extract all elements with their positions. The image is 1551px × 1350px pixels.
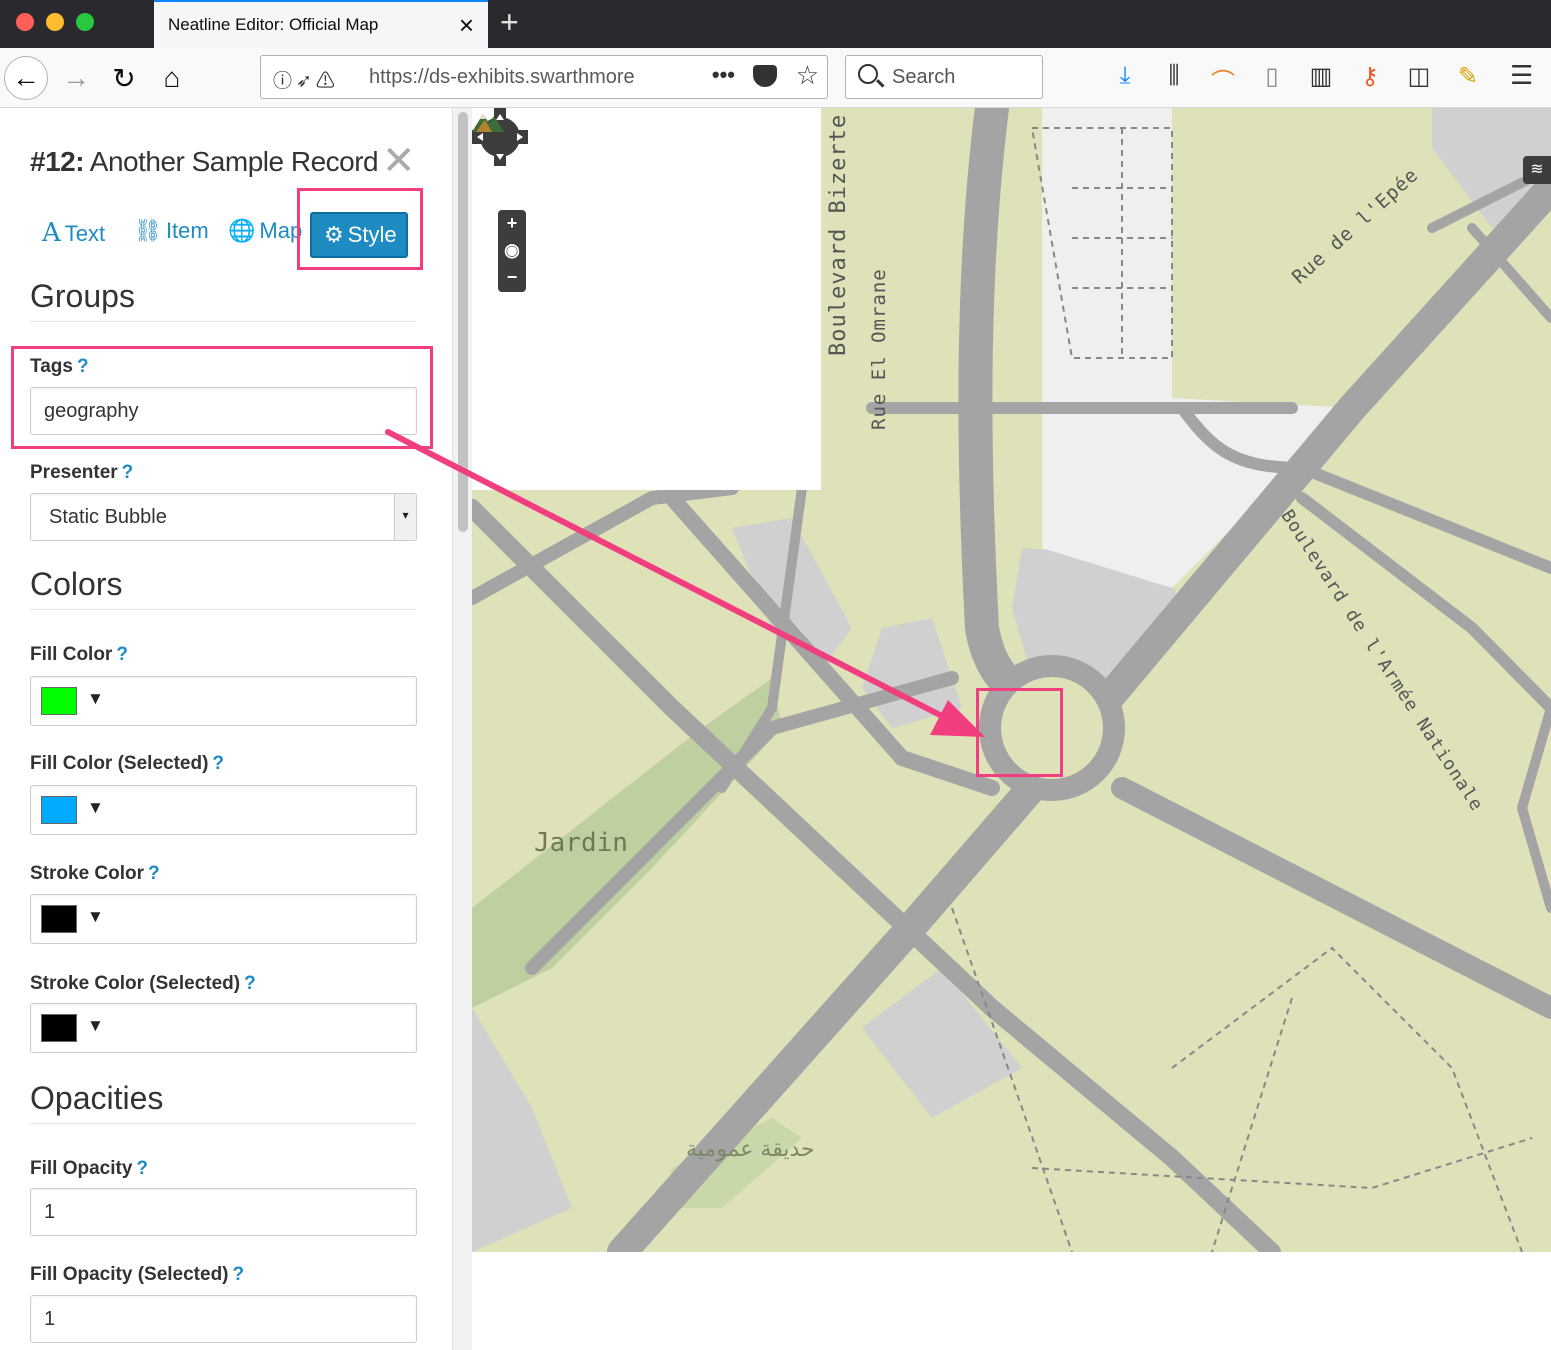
dropdown-arrow-icon: ▼ — [87, 798, 104, 817]
back-button[interactable]: ← — [4, 56, 48, 100]
panel-scrollbar-thumb[interactable] — [458, 112, 468, 532]
section-colors-heading: Colors — [30, 566, 416, 610]
record-title: #12: Another Sample Record — [30, 146, 379, 178]
zoom-world-icon[interactable]: ◉ — [498, 237, 526, 264]
dropdown-arrow-icon: ▼ — [87, 907, 104, 926]
fill-color-help-icon[interactable]: ? — [116, 644, 128, 665]
search-placeholder: Search — [892, 66, 956, 88]
zoom-in-button[interactable]: + — [498, 210, 526, 237]
tab-item[interactable]: ⛓ Item — [134, 218, 209, 244]
fill-color-label: Fill Color? — [30, 644, 128, 665]
tab-title: Neatline Editor: Official Map — [168, 15, 379, 34]
dropdown-arrow-icon: ▼ — [87, 1016, 104, 1035]
stroke-color-label: Stroke Color? — [30, 863, 160, 884]
mountain-marker-icon[interactable] — [472, 108, 504, 134]
map-label-bizerte: Boulevard Bizerte — [826, 113, 851, 356]
fill-opacity-help-icon[interactable]: ? — [136, 1158, 148, 1179]
map-label-jardin: Jardin — [534, 828, 628, 858]
tab-text[interactable]: A Text — [42, 218, 105, 248]
presenter-select[interactable]: Static Bubble ▾ — [30, 493, 417, 541]
zoom-out-button[interactable]: − — [498, 264, 526, 291]
browser-tab-bar: Neatline Editor: Official Map × + — [0, 0, 1551, 48]
archive-icon[interactable]: ▥ — [1308, 62, 1334, 97]
fill-opacity-label: Fill Opacity? — [30, 1158, 149, 1179]
fill-opacity-selected-label: Fill Opacity (Selected)? — [30, 1264, 245, 1285]
fill-color-selected-picker[interactable]: ▼ — [30, 785, 417, 835]
library-icon[interactable]: ⫼ — [1161, 62, 1187, 97]
stroke-color-selected-swatch — [41, 1014, 77, 1042]
fill-color-selected-label: Fill Color (Selected)? — [30, 753, 225, 774]
hamburger-menu-icon[interactable]: ☰ — [1510, 60, 1533, 91]
download-icon[interactable]: ⤓ — [1112, 62, 1138, 97]
map-label-omrane: Rue El Omrane — [868, 268, 890, 430]
browser-tab[interactable]: Neatline Editor: Official Map × — [154, 0, 488, 48]
minimize-window-button[interactable] — [46, 13, 64, 31]
map-label-arabic-garden: حديقة عمومية — [686, 1137, 815, 1162]
home-button[interactable]: ⌂ — [150, 56, 194, 100]
fill-color-swatch — [41, 687, 77, 715]
tab-close-icon[interactable]: × — [459, 10, 474, 41]
map-view[interactable]: + ◉ − ≋ Jardin حديقة عمومية Boulevard Bi… — [472, 108, 1551, 1252]
bookmark-star-icon[interactable]: ☆ — [796, 60, 819, 91]
search-bar[interactable]: Search — [845, 55, 1043, 99]
stroke-color-swatch — [41, 905, 77, 933]
chevron-down-icon: ▾ — [394, 494, 416, 540]
stroke-color-help-icon[interactable]: ? — [148, 863, 160, 884]
presenter-help-icon[interactable]: ? — [122, 462, 134, 483]
maximize-window-button[interactable] — [76, 13, 94, 31]
toolbar-icons: ⤓ ⫼ ⌒ ▯ ▥ ⚷ ◫ ✎ — [1112, 62, 1481, 97]
stroke-color-selected-help-icon[interactable]: ? — [244, 973, 256, 994]
fill-opacity-selected-input[interactable]: 1 — [30, 1295, 417, 1343]
forward-button[interactable]: → — [54, 56, 98, 100]
close-window-button[interactable] — [16, 13, 34, 31]
marker-highlight — [976, 688, 1063, 777]
below-map-area — [472, 1252, 1551, 1350]
pocket-icon[interactable] — [753, 65, 777, 87]
url-text[interactable]: https://ds-exhibits.swarthmore — [369, 66, 661, 89]
stroke-color-selected-picker[interactable]: ▼ — [30, 1003, 417, 1053]
eyedropper-icon[interactable]: ✎ — [1455, 62, 1481, 97]
presenter-value: Static Bubble — [49, 506, 167, 528]
record-number: #12: — [30, 146, 85, 177]
close-record-icon[interactable]: ✕ — [382, 138, 416, 184]
url-bar[interactable]: ⓘ➶⚠ https://ds-exhibits.swarthmore ••• ☆ — [260, 55, 828, 99]
sidebar-icon[interactable]: ◫ — [1406, 62, 1432, 97]
new-tab-button[interactable]: + — [500, 4, 519, 41]
fill-color-selected-help-icon[interactable]: ? — [212, 753, 224, 774]
record-title-text: Another Sample Record — [89, 146, 379, 177]
section-groups-heading: Groups — [30, 278, 416, 322]
section-opacities-heading: Opacities — [30, 1080, 416, 1124]
fill-color-picker[interactable]: ▼ — [30, 676, 417, 726]
reload-button[interactable]: ↻ — [102, 56, 146, 100]
extension-arc-icon[interactable]: ⌒ — [1210, 62, 1236, 97]
presenter-label: Presenter? — [30, 462, 134, 483]
panel-scrollbar[interactable] — [452, 108, 472, 1350]
page-actions-icon[interactable]: ••• — [712, 62, 735, 88]
style-tab-highlight — [297, 188, 423, 270]
stroke-color-picker[interactable]: ▼ — [30, 894, 417, 944]
stroke-color-selected-label: Stroke Color (Selected)? — [30, 973, 256, 994]
site-info-icon[interactable]: ⓘ➶⚠ — [273, 66, 339, 93]
fill-opacity-selected-help-icon[interactable]: ? — [233, 1264, 245, 1285]
browser-nav-bar: ← → ↻ ⌂ ⓘ➶⚠ https://ds-exhibits.swarthmo… — [0, 48, 1551, 108]
search-icon — [858, 64, 878, 84]
layer-switcher-icon[interactable]: ≋ — [1523, 156, 1551, 184]
tags-highlight — [11, 346, 433, 449]
link-icon: ⛓ — [134, 218, 162, 243]
dropdown-arrow-icon: ▼ — [87, 689, 104, 708]
tab-map[interactable]: 🌐 Map — [228, 218, 302, 244]
fill-opacity-input[interactable]: 1 — [30, 1188, 417, 1236]
text-icon: A — [42, 218, 61, 248]
reader-page-icon[interactable]: ▯ — [1259, 62, 1285, 97]
record-editor-panel: #12: Another Sample Record ✕ A Text ⛓ Item… — [0, 108, 452, 1350]
zoom-control: + ◉ − — [498, 210, 526, 292]
fill-color-selected-swatch — [41, 796, 77, 824]
extension-flame-icon[interactable]: ⚷ — [1357, 62, 1383, 97]
globe-icon: 🌐 — [228, 218, 256, 243]
